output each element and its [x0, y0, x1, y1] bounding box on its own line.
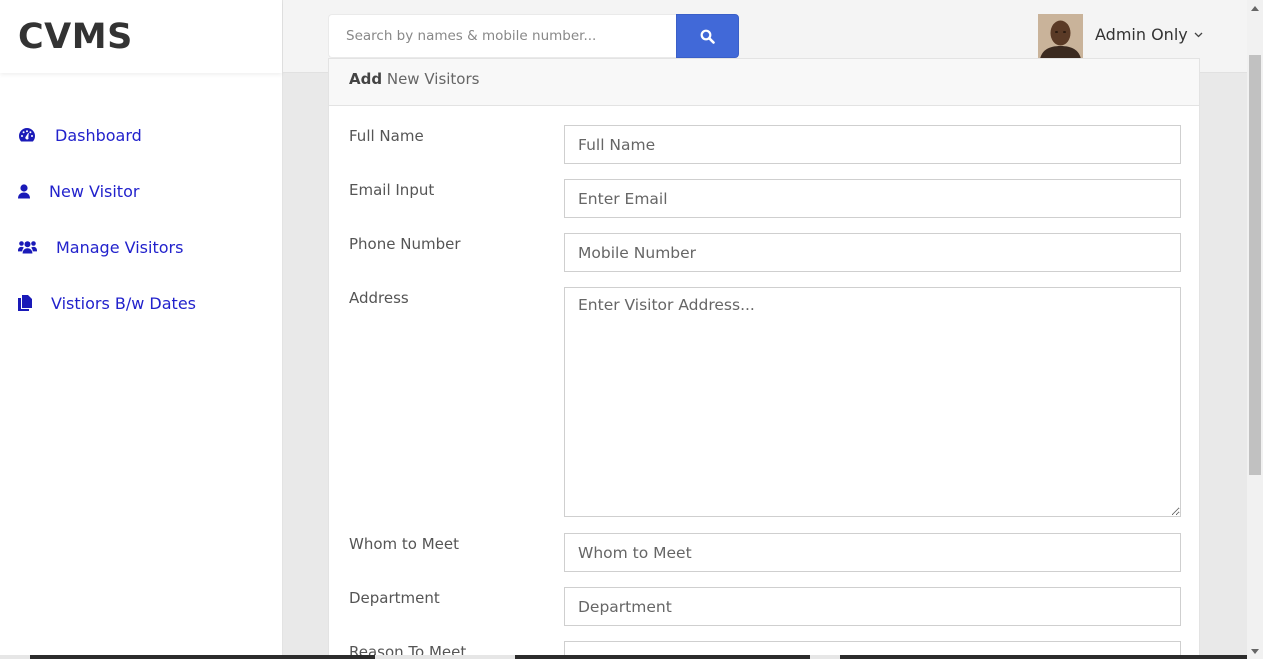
- avatar[interactable]: [1038, 14, 1083, 59]
- whom-to-meet-label: Whom to Meet: [349, 535, 460, 553]
- full-name-field[interactable]: [564, 125, 1181, 164]
- sidebar-item-label: Vistiors B/w Dates: [51, 293, 196, 313]
- phone-field[interactable]: [564, 233, 1181, 272]
- arrow-up-icon: [1251, 5, 1259, 11]
- user-icon: [18, 183, 30, 199]
- sidebar-nav: Dashboard New Visitor Manage Visitors Vi…: [0, 73, 282, 331]
- page-scrollbar[interactable]: [1247, 0, 1263, 659]
- sidebar-item-dashboard[interactable]: Dashboard: [0, 107, 282, 163]
- search-button[interactable]: [676, 14, 739, 58]
- search-input[interactable]: [328, 14, 676, 58]
- full-name-label: Full Name: [349, 127, 424, 145]
- files-icon: [18, 295, 32, 311]
- taskbar-edge: [0, 655, 1247, 659]
- email-field[interactable]: [564, 179, 1181, 218]
- scroll-down-button[interactable]: [1247, 643, 1263, 659]
- user-menu[interactable]: Admin Only: [1095, 25, 1203, 44]
- sidebar-item-visitors-bw-dates[interactable]: Vistiors B/w Dates: [0, 275, 282, 331]
- sidebar-item-label: Manage Visitors: [56, 237, 184, 257]
- email-label: Email Input: [349, 181, 435, 199]
- add-visitor-form: Add New Visitors Full Name Email Input P…: [328, 58, 1200, 659]
- arrow-down-icon: [1251, 648, 1259, 654]
- phone-label: Phone Number: [349, 235, 461, 253]
- user-name: Admin Only: [1095, 25, 1188, 44]
- scrollbar-thumb[interactable]: [1249, 55, 1261, 475]
- whom-to-meet-field[interactable]: [564, 533, 1181, 572]
- search-icon: [700, 29, 715, 44]
- users-icon: [18, 240, 37, 254]
- sidebar-item-new-visitor[interactable]: New Visitor: [0, 163, 282, 219]
- department-field[interactable]: [564, 587, 1181, 626]
- sidebar: CVMS Dashboard New Visitor Manage Visito…: [0, 0, 283, 659]
- address-label: Address: [349, 289, 409, 307]
- scroll-up-button[interactable]: [1247, 0, 1263, 16]
- dashboard-icon: [18, 127, 36, 143]
- chevron-down-icon: [1194, 32, 1203, 37]
- brand-logo[interactable]: CVMS: [0, 0, 282, 73]
- address-field[interactable]: [564, 287, 1181, 517]
- sidebar-item-manage-visitors[interactable]: Manage Visitors: [0, 219, 282, 275]
- sidebar-item-label: Dashboard: [55, 125, 142, 145]
- sidebar-item-label: New Visitor: [49, 181, 140, 201]
- department-label: Department: [349, 589, 440, 607]
- form-title: Add New Visitors: [329, 59, 1199, 106]
